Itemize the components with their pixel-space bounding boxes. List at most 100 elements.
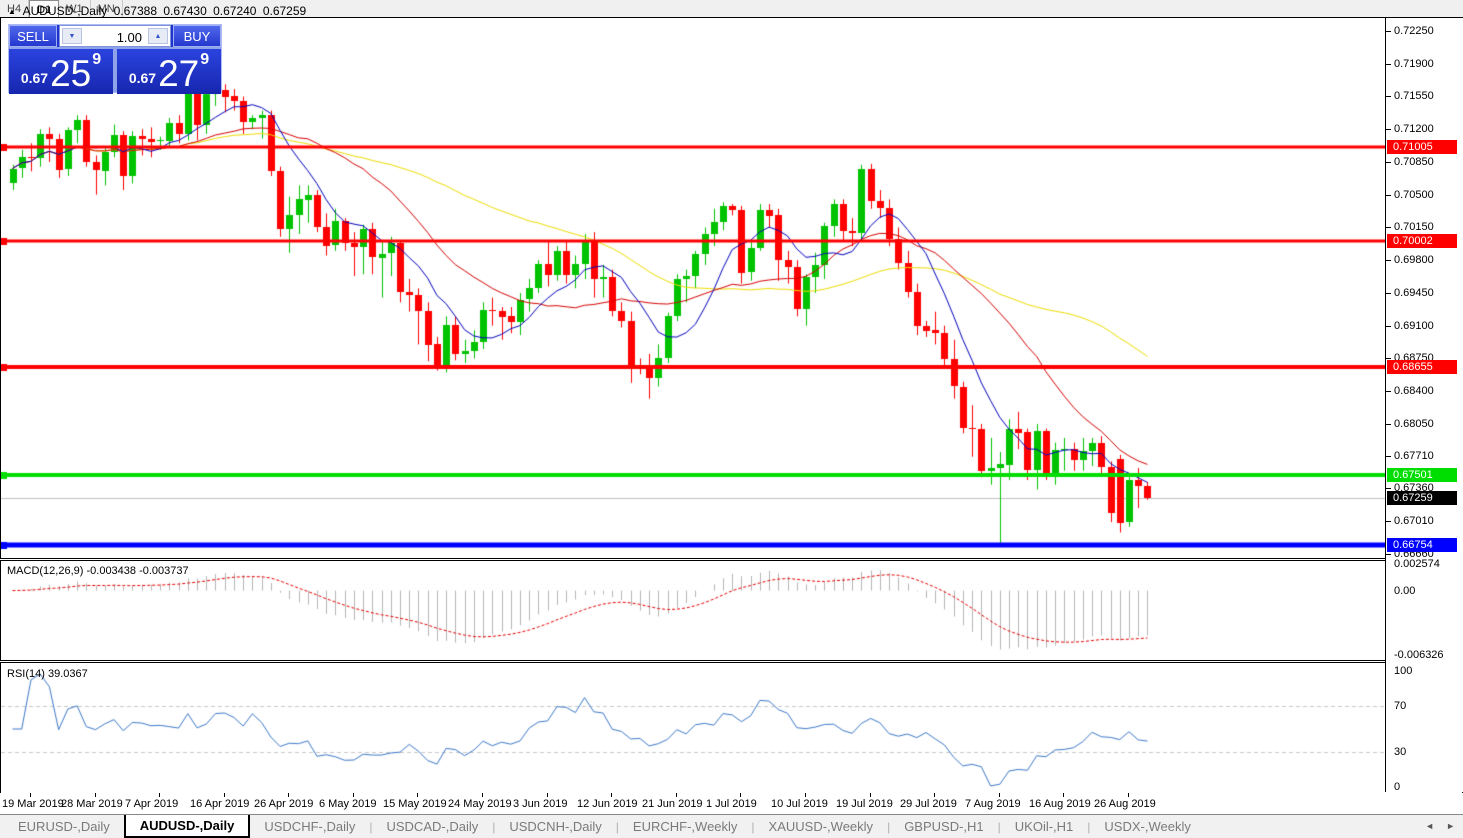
rsi-axis-label: 100 [1394,665,1413,677]
price-tick-label: 0.72250 [1394,25,1434,37]
rsi-axis-label: 30 [1394,746,1407,758]
trading-terminal: H4 D1 W1 MN 0.72250 0.71900 0.71550 0.71200 0.7… [0,0,1463,838]
buy-button[interactable]: BUY [173,25,221,47]
ohlc-high: 0.67430 [163,4,207,18]
price-tick-label: 0.68400 [1394,385,1434,397]
symbol-tab-eurchf[interactable]: EURCHF-,Weekly [619,815,752,838]
symbol-tab-bar: EURUSD-,Daily AUDUSD-,Daily USDCHF-,Daily |… [0,814,1463,838]
price-tick-label: 0.70500 [1394,189,1434,201]
date-tick-mark [353,793,354,797]
volume-input[interactable] [82,27,144,47]
price-tick-label: 0.71550 [1394,90,1434,102]
date-label: 12 Jun 2019 [577,798,638,810]
price-axis: 0.72250 0.71900 0.71550 0.71200 0.70850 0.705… [1385,18,1463,793]
price-tick-mark [1386,31,1391,32]
price-tick-mark [1386,162,1391,163]
price-tick-label: 0.67010 [1394,515,1434,527]
date-axis: 19 Mar 2019 28 Mar 2019 7 Apr 2019 16 Apr 2… [0,793,1463,814]
symbol-tab-xauusd[interactable]: XAUUSD-,Weekly [755,815,888,838]
tab-scroll-left-icon[interactable]: ◄ [1425,821,1434,831]
price-level-chip: 0.68655 [1387,360,1457,374]
date-label: 16 Apr 2019 [190,798,250,810]
pane-splitter[interactable] [0,558,1463,561]
price-tick-label: 0.68050 [1394,418,1434,430]
price-level-chip: 0.66754 [1387,538,1457,552]
macd-axis-label: 0.002574 [1394,558,1440,570]
price-tick-mark [1386,554,1391,555]
date-label: 26 Aug 2019 [1094,798,1156,810]
symbol-tab-audusd[interactable]: AUDUSD-,Daily [123,815,251,838]
price-tick-mark [1386,358,1391,359]
volume-decrease-icon[interactable]: ▼ [62,28,82,44]
symbol-tab-gbpusd[interactable]: GBPUSD-,H1 [890,815,997,838]
price-tick-label: 0.69100 [1394,320,1434,332]
symbol-tab-ukoil[interactable]: UKOil-,H1 [1001,815,1088,838]
date-label: 29 Jul 2019 [900,798,957,810]
price-tick-mark [1386,195,1391,196]
volume-increase-icon[interactable]: ▲ [148,28,168,44]
date-tick-mark [1063,793,1064,797]
rsi-axis-label: 70 [1394,700,1407,712]
price-tick-mark [1386,488,1391,489]
price-tick-mark [1386,96,1391,97]
price-tick-label: 0.69800 [1394,254,1434,266]
date-label: 3 Jun 2019 [513,798,568,810]
date-label: 21 Jun 2019 [642,798,703,810]
macd-axis-label: -0.006326 [1394,649,1444,661]
date-label: 24 May 2019 [448,798,512,810]
macd-indicator-chart[interactable] [1,561,1385,660]
price-tick-mark [1386,129,1391,130]
buy-price-display[interactable]: 0.67 27 9 [117,49,221,94]
rsi-axis-label: 0 [1394,781,1401,793]
ohlc-open: 0.67388 [113,4,158,18]
price-tick-mark [1386,260,1391,261]
symbol-tab-usdx[interactable]: USDX-,Weekly [1090,815,1204,838]
date-label: 19 Mar 2019 [2,798,64,810]
rsi-label: RSI(14) 39.0367 [7,668,88,680]
macd-axis-label: 0.00 [1394,585,1416,597]
rsi-indicator-chart[interactable] [1,663,1385,792]
price-level-chip: 0.67259 [1387,491,1457,505]
tab-scroll-right-icon[interactable]: ► [1446,821,1455,831]
date-tick-mark [1128,793,1129,797]
symbol-tab-usdcnh[interactable]: USDCNH-,Daily [495,815,615,838]
date-tick-mark [417,793,418,797]
sell-button[interactable]: SELL [9,25,57,47]
collapse-triangle-icon[interactable]: ▲ [8,7,16,16]
main-price-chart[interactable] [1,18,1385,558]
symbol-tab-eurusd[interactable]: EURUSD-,Daily [4,815,124,838]
price-tick-label: 0.69450 [1394,287,1434,299]
date-tick-mark [999,793,1000,797]
pane-splitter[interactable] [0,660,1463,663]
price-tick-mark [1386,424,1391,425]
sell-price-display[interactable]: 0.67 25 9 [9,49,113,94]
date-tick-mark [676,793,677,797]
price-tick-mark [1386,64,1391,65]
date-tick-mark [611,793,612,797]
symbol-tab-usdcad[interactable]: USDCAD-,Daily [372,815,492,838]
date-label: 10 Jul 2019 [771,798,828,810]
date-tick-mark [288,793,289,797]
ohlc-close: 0.67259 [262,4,307,18]
price-level-chip: 0.71005 [1387,140,1457,154]
price-tick-mark [1386,227,1391,228]
date-label: 7 Apr 2019 [125,798,179,810]
date-tick-mark [934,793,935,797]
date-tick-mark [870,793,871,797]
symbol-tab-usdchf[interactable]: USDCHF-,Daily [250,815,369,838]
date-tick-mark [95,793,96,797]
date-label: 6 May 2019 [319,798,377,810]
date-tick-mark [159,793,160,797]
date-label: 19 Jul 2019 [836,798,893,810]
date-tick-mark [547,793,548,797]
symbol-name: AUDUSD-,Daily [22,4,108,18]
one-click-trade-panel: SELL ▼ ▲ BUY 0.67 25 9 0.67 27 9 [8,24,222,94]
price-tick-label: 0.70150 [1394,221,1434,233]
macd-label: MACD(12,26,9) -0.003438 -0.003737 [7,565,189,577]
date-tick-mark [224,793,225,797]
price-tick-label: 0.71200 [1394,123,1434,135]
date-label: 28 Mar 2019 [61,798,123,810]
date-label: 26 Apr 2019 [254,798,314,810]
date-label: 15 May 2019 [383,798,447,810]
price-tick-label: 0.70850 [1394,156,1434,168]
